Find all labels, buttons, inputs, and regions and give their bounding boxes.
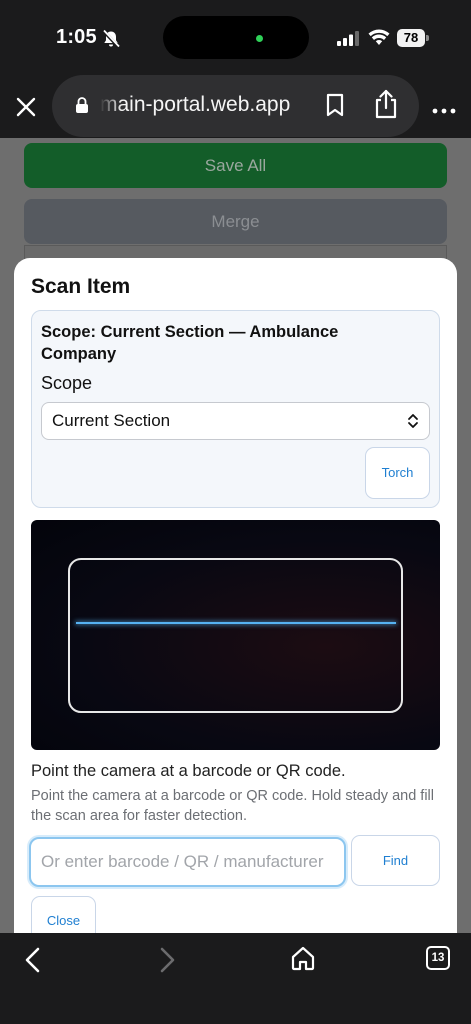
torch-button[interactable]: Torch bbox=[365, 447, 430, 499]
chevron-updown-icon[interactable] bbox=[407, 412, 419, 435]
back-icon[interactable] bbox=[22, 946, 44, 979]
barcode-input[interactable] bbox=[29, 837, 346, 887]
home-icon[interactable] bbox=[290, 945, 316, 976]
scan-hint-detail: Point the camera at a barcode or QR code… bbox=[31, 788, 434, 824]
browser-toolbar bbox=[0, 933, 471, 1024]
scan-hint: Point the camera at a barcode or QR code… bbox=[31, 762, 346, 780]
phone-screen: 1:05 78 main-portal.web.app Save All Mer… bbox=[0, 0, 471, 1024]
bell-off-icon bbox=[101, 29, 121, 54]
forward-icon[interactable] bbox=[156, 946, 178, 979]
scan-frame bbox=[68, 558, 403, 713]
more-icon[interactable] bbox=[432, 102, 456, 120]
merge-button: Merge bbox=[24, 199, 447, 244]
status-bar: 1:05 78 bbox=[0, 0, 471, 76]
modal-title: Scan Item bbox=[31, 275, 131, 298]
scope-heading: Scope: Current Section — Ambulance Compa… bbox=[41, 323, 339, 363]
scope-label: Scope bbox=[41, 373, 93, 393]
save-all-button: Save All bbox=[24, 143, 447, 188]
share-icon[interactable] bbox=[372, 88, 400, 125]
bookmark-icon[interactable] bbox=[325, 93, 345, 122]
tabs-icon[interactable]: 13 bbox=[426, 946, 450, 970]
wifi-icon bbox=[368, 28, 390, 51]
close-icon[interactable] bbox=[14, 95, 38, 119]
scan-line bbox=[76, 622, 396, 624]
find-button[interactable]: Find bbox=[351, 835, 440, 886]
status-time: 1:05 bbox=[56, 26, 97, 48]
scope-select-value[interactable]: Current Section bbox=[52, 411, 170, 431]
battery-icon: 78 bbox=[397, 29, 425, 47]
dynamic-island bbox=[163, 16, 309, 59]
lock-icon bbox=[75, 96, 89, 119]
signal-icon bbox=[337, 30, 361, 51]
url-text[interactable]: main-portal.web.app bbox=[100, 93, 310, 117]
camera-indicator-dot bbox=[256, 35, 263, 42]
battery-nub bbox=[426, 35, 429, 41]
